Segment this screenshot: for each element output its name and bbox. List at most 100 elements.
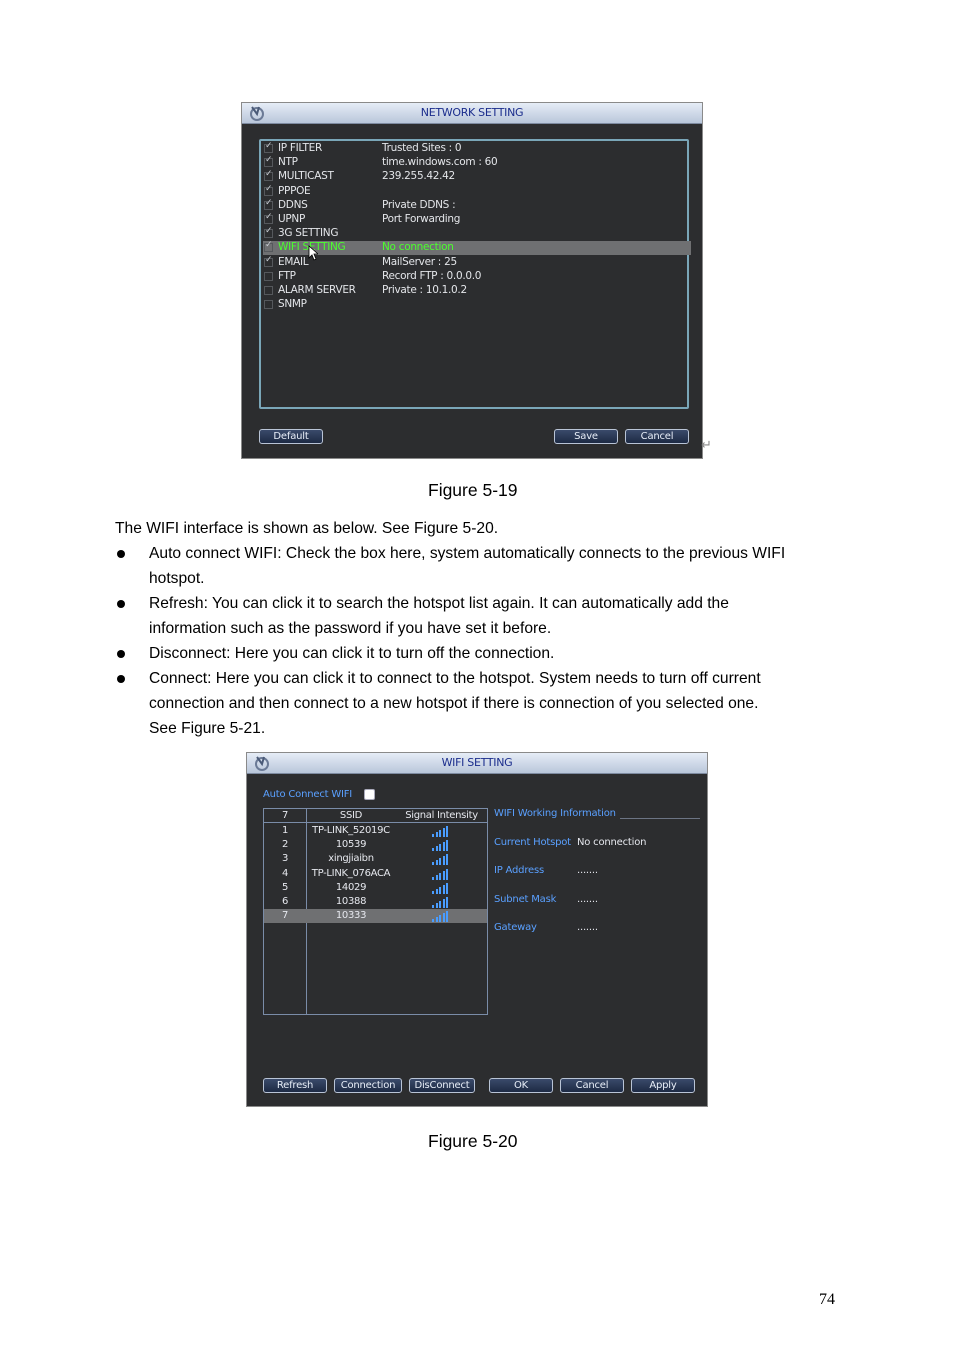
bullet-text-line: information such as the password if you …	[149, 620, 552, 637]
hotspot-row[interactable]: 2 10539	[264, 838, 487, 852]
row-checkbox[interactable]	[264, 184, 273, 196]
connection-button[interactable]: Connection	[334, 1078, 402, 1093]
count-header: 7	[281, 810, 289, 821]
network-setting-row[interactable]: PPPOE	[263, 184, 691, 199]
setting-value: No connection	[382, 241, 454, 254]
bullet-text-line: Auto connect WIFI: Check the box here, s…	[149, 545, 786, 562]
row-checkbox[interactable]	[264, 198, 273, 210]
bullet-dot	[117, 675, 125, 683]
ssid-header: SSID	[339, 810, 363, 821]
network-setting-row[interactable]: ALARM SERVER Private : 10.1.0.2	[263, 284, 691, 298]
row-checkbox[interactable]	[264, 286, 273, 295]
hotspot-ssid: TP-LINK_076ACA	[311, 867, 391, 879]
hotspot-list: 7 SSID Signal Intensity 1 TP-LINK_52019C 2…	[263, 808, 488, 1015]
signal-strength-icon	[432, 840, 450, 852]
setting-value: Private DDNS :	[382, 198, 456, 211]
network-setting-row[interactable]: 3G SETTING	[263, 226, 691, 241]
setting-name: EMAIL	[278, 255, 309, 268]
setting-value: Trusted Sites : 0	[382, 142, 462, 154]
figure-caption-5-20: Figure 5-20	[428, 1131, 518, 1151]
row-checkbox[interactable]	[264, 141, 273, 153]
current-hotspot-value: No connection	[577, 837, 647, 848]
setting-value: MailServer : 25	[382, 255, 457, 268]
hotspot-row[interactable]: 4 TP-LINK_076ACA	[264, 867, 487, 881]
network-settings-list: IP FILTER Trusted Sites : 0 NTP time.window…	[259, 139, 691, 409]
bullet-text-line: Refresh: You can click it to search the …	[149, 595, 729, 612]
hotspot-row[interactable]: 6 10388	[264, 895, 487, 909]
signal-strength-icon	[432, 868, 450, 880]
row-checkbox[interactable]	[264, 212, 273, 224]
setting-name: NTP	[278, 156, 298, 169]
window-title: NETWORK SETTING	[420, 106, 524, 119]
network-setting-row[interactable]: IP FILTER Trusted Sites : 0	[263, 141, 691, 156]
gateway-value: .......	[577, 922, 598, 933]
row-checkbox[interactable]	[264, 169, 273, 182]
network-setting-row[interactable]: UPNP Port Forwarding	[263, 212, 691, 227]
cancel-button[interactable]: Cancel	[625, 429, 689, 444]
ok-button[interactable]: OK	[489, 1078, 553, 1093]
bullet-dot	[117, 650, 125, 658]
info-title-rule	[620, 818, 700, 819]
hotspot-index: 4	[281, 867, 289, 879]
bullet-dot	[117, 550, 125, 558]
bullet-text-line: hotspot.	[149, 570, 205, 587]
default-button[interactable]: Default	[259, 429, 323, 444]
row-checkbox[interactable]	[264, 300, 273, 310]
return-mark-icon: ↵	[701, 437, 712, 452]
row-checkbox[interactable]	[264, 255, 273, 267]
hotspot-ssid: 14029	[335, 881, 367, 893]
network-setting-row[interactable]: NTP time.windows.com : 60	[263, 155, 691, 170]
network-setting-row[interactable]: MULTICAST 239.255.42.42	[263, 169, 691, 184]
network-setting-row[interactable]: WIFI SETTINGNo connection	[263, 240, 691, 256]
wifi-info-title: WIFI Working Information	[494, 808, 616, 819]
hotspot-ssid: 10388	[335, 896, 367, 907]
signal-strength-icon	[432, 897, 450, 908]
header-divider	[264, 822, 487, 823]
network-setting-row[interactable]: EMAIL MailServer : 25	[263, 255, 691, 270]
disconnect-button[interactable]: DisConnect	[409, 1078, 475, 1093]
network-setting-row[interactable]: SNMP	[263, 298, 691, 312]
auto-connect-checkbox[interactable]	[364, 789, 375, 800]
row-checkbox[interactable]	[264, 271, 273, 281]
row-checkbox[interactable]	[264, 155, 273, 168]
gateway-label: Gateway	[494, 922, 537, 933]
hotspot-row[interactable]: 7 10333	[264, 909, 487, 924]
row-checkbox[interactable]	[264, 226, 273, 239]
setting-value: 239.255.42.42	[382, 170, 455, 183]
hotspot-index: 5	[281, 881, 289, 893]
window-title-bar: WIFI SETTING	[247, 753, 707, 774]
window-title-bar: NETWORK SETTING	[242, 103, 702, 124]
ip-address-value: .......	[577, 865, 598, 876]
hotspot-row[interactable]: 5 14029	[264, 881, 487, 895]
auto-connect-label: Auto Connect WIFI	[263, 789, 353, 800]
page-number: 74	[819, 1291, 835, 1308]
current-hotspot-label: Current Hotspot	[494, 837, 571, 848]
signal-strength-icon	[432, 911, 450, 923]
setting-value: Record FTP : 0.0.0.0	[382, 269, 482, 282]
mouse-cursor-icon	[308, 245, 318, 261]
setting-value: Private : 10.1.0.2	[382, 284, 467, 296]
network-setting-row[interactable]: DDNS Private DDNS :	[263, 198, 691, 213]
window-title: WIFI SETTING	[441, 756, 513, 769]
setting-name: FTP	[278, 269, 296, 282]
setting-name: PPPOE	[278, 184, 311, 197]
hotspot-row[interactable]: 3 xingjiaibn	[264, 852, 487, 866]
network-setting-row[interactable]: FTP Record FTP : 0.0.0.0	[263, 270, 691, 284]
setting-name: UPNP	[278, 213, 306, 225]
apply-button[interactable]: Apply	[631, 1078, 695, 1093]
hotspot-row[interactable]: 1 TP-LINK_52019C	[264, 824, 487, 838]
bullet-text-line: connection and then connect to a new hot…	[149, 695, 759, 712]
subnet-mask-label: Subnet Mask	[494, 894, 557, 905]
hotspot-index: 2	[281, 839, 289, 851]
hotspot-ssid: xingjiaibn	[328, 853, 374, 865]
refresh-button[interactable]: Refresh	[263, 1078, 327, 1093]
hotspot-ssid: 10539	[335, 839, 367, 851]
cancel-button[interactable]: Cancel	[560, 1078, 624, 1093]
hotspot-index: 1	[281, 825, 289, 836]
save-button[interactable]: Save	[554, 429, 618, 444]
setting-name: DDNS	[278, 198, 308, 211]
row-checkbox[interactable]	[264, 240, 273, 253]
signal-header: Signal Intensity	[405, 810, 478, 821]
bullet-text-line: Connect: Here you can click it to connec…	[149, 670, 761, 687]
ip-address-label: IP Address	[494, 865, 544, 876]
